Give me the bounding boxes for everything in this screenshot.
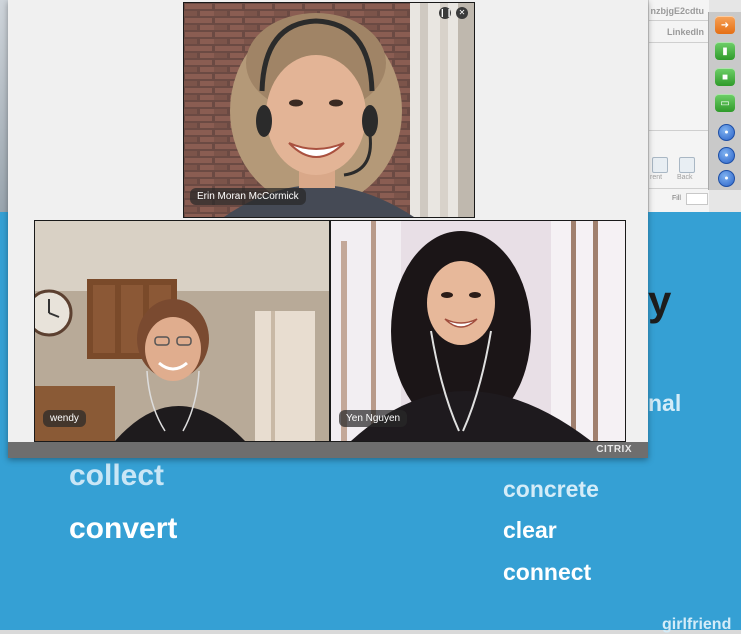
document-icon[interactable]	[652, 157, 668, 173]
pause-icon[interactable]: ❙❙	[439, 7, 452, 19]
citrix-logo: CITRIX	[596, 444, 632, 455]
mini-label: rent	[650, 174, 663, 181]
browser-tab-label[interactable]: LinkedIn	[667, 27, 704, 37]
video-conference-window[interactable]: ❙❙ ✕ Erin Moran McCormick wendy Yen Nguy…	[8, 0, 648, 458]
browser-tab-label[interactable]: nzbjgE2cdtu	[651, 6, 705, 16]
slide-word-collect: collect	[69, 459, 165, 492]
fill-swatch[interactable]	[686, 193, 708, 205]
slide-word-partial: nal	[648, 390, 682, 416]
participant-video-erin[interactable]: ❙❙ ✕ Erin Moran McCormick	[183, 2, 475, 218]
divider	[649, 20, 709, 21]
microphone-icon[interactable]: ▮	[715, 42, 735, 60]
participant-video-image	[331, 221, 625, 441]
slide-footer-partial: girlfriend	[662, 616, 732, 633]
circle-icon[interactable]: ●	[718, 147, 735, 164]
mini-label: Back	[677, 174, 693, 181]
close-icon[interactable]: ✕	[456, 7, 468, 19]
collapse-arrow-icon[interactable]: ➜	[715, 16, 735, 34]
participant-video-wendy[interactable]: wendy	[34, 220, 330, 442]
screen-share-icon[interactable]: ▭	[715, 94, 735, 112]
slide-heading-partial: y	[648, 277, 672, 324]
video-window-footer: CITRIX	[8, 442, 648, 458]
slide-word-clear: clear	[503, 517, 557, 543]
circle-icon[interactable]: ●	[718, 170, 735, 187]
webcam-icon[interactable]: ■	[715, 68, 735, 86]
participant-name-label: Erin Moran McCormick	[190, 188, 306, 205]
participant-video-image	[184, 3, 474, 217]
divider	[649, 188, 709, 189]
meeting-toolbar: ➜ ▮ ■ ▭ ● ● ●	[708, 12, 741, 190]
slide-word-connect: connect	[503, 559, 592, 585]
divider	[649, 130, 709, 131]
participant-video-yen[interactable]: Yen Nguyen	[330, 220, 626, 442]
divider	[649, 42, 709, 43]
slide-word-concrete: concrete	[503, 476, 599, 502]
participant-name-label: Yen Nguyen	[339, 410, 408, 427]
document-icon[interactable]	[679, 157, 695, 173]
participant-name-label: wendy	[43, 410, 86, 427]
participant-video-image	[35, 221, 329, 441]
fill-label: Fill	[672, 195, 681, 202]
circle-icon[interactable]: ●	[718, 124, 735, 141]
slide-word-convert: convert	[69, 512, 178, 545]
